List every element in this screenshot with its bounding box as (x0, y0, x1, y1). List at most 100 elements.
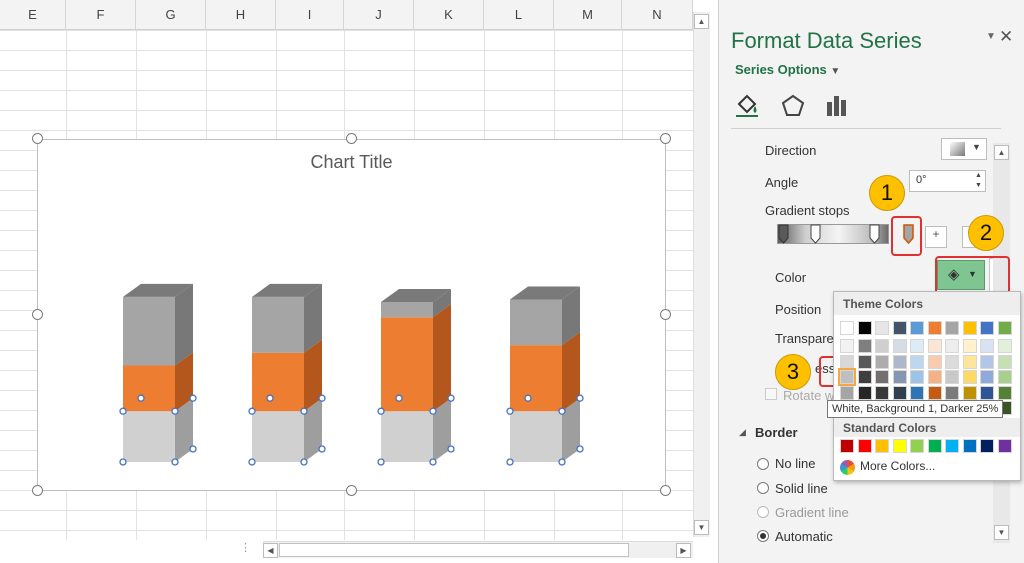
bar-front-series-2[interactable] (381, 317, 433, 412)
theme-shade-swatch[interactable] (962, 370, 977, 384)
add-gradient-stop-icon[interactable]: + (925, 226, 947, 248)
theme-shade-swatch[interactable] (980, 339, 994, 353)
theme-shade-swatch[interactable] (840, 385, 854, 400)
bar-front-series-3[interactable] (381, 301, 433, 318)
theme-color-swatch[interactable] (927, 321, 942, 335)
theme-shade-swatch[interactable] (927, 370, 942, 384)
series-selection-handle[interactable] (189, 445, 197, 453)
bar-front-series-3[interactable] (252, 296, 304, 353)
effects-pentagon-icon[interactable] (779, 92, 807, 120)
bar-front-series-1[interactable] (381, 411, 433, 462)
series-selection-handle[interactable] (137, 394, 145, 402)
standard-color-swatch[interactable] (840, 439, 854, 453)
theme-shade-swatch[interactable] (892, 354, 907, 369)
series-selection-handle[interactable] (300, 407, 308, 415)
bar-front-series-1[interactable] (252, 411, 304, 462)
series-selection-handle[interactable] (300, 458, 308, 466)
series-selection-handle[interactable] (395, 394, 403, 402)
solid-line-radio[interactable] (757, 482, 769, 494)
chart-area[interactable]: Chart Title (37, 139, 666, 491)
column-header-j[interactable]: J (344, 0, 414, 30)
series-selection-handle[interactable] (119, 458, 127, 466)
theme-shade-swatch[interactable] (927, 354, 942, 369)
series-selection-handle[interactable] (189, 394, 197, 402)
column-header-f[interactable]: F (66, 0, 136, 30)
angle-spinner-icon[interactable]: ▲ ▼ (975, 171, 982, 191)
series-selection-handle[interactable] (506, 458, 514, 466)
theme-color-swatch[interactable] (910, 321, 924, 335)
series-selection-handle[interactable] (447, 445, 455, 453)
theme-shade-swatch[interactable] (910, 385, 924, 400)
pane-options-icon[interactable]: ▼ (986, 31, 996, 42)
column-header-k[interactable]: K (414, 0, 484, 30)
theme-shade-swatch[interactable] (910, 354, 924, 369)
theme-shade-swatch[interactable] (997, 370, 1012, 384)
theme-color-swatch[interactable] (945, 321, 959, 335)
sheet-tab-splitter[interactable]: ⋮ (240, 541, 251, 554)
theme-shade-swatch[interactable] (857, 370, 872, 384)
theme-shade-swatch[interactable] (980, 354, 994, 369)
scroll-down-icon[interactable]: ▼ (694, 520, 709, 535)
scroll-down-icon[interactable]: ▼ (994, 525, 1009, 540)
column-header-h[interactable]: H (206, 0, 276, 30)
series-selection-handle[interactable] (506, 407, 514, 415)
scroll-right-icon[interactable]: ▶ (676, 543, 691, 558)
standard-color-swatch[interactable] (910, 439, 924, 453)
chart-plot[interactable] (38, 140, 667, 492)
series-selection-handle[interactable] (576, 394, 584, 402)
series-selection-handle[interactable] (171, 407, 179, 415)
theme-color-swatch[interactable] (875, 321, 889, 335)
series-selection-handle[interactable] (558, 458, 566, 466)
theme-shade-swatch[interactable] (962, 385, 977, 400)
bar-front-series-2[interactable] (510, 345, 562, 412)
theme-shade-swatch[interactable] (927, 339, 942, 353)
resize-handle-bottom[interactable] (346, 485, 357, 496)
more-colors-link[interactable]: More Colors... (860, 459, 935, 473)
theme-shade-swatch[interactable] (962, 354, 977, 369)
series-selection-handle[interactable] (318, 445, 326, 453)
horizontal-scroll-thumb[interactable] (279, 543, 629, 557)
standard-color-swatch[interactable] (875, 439, 889, 453)
gradient-stop-1[interactable] (778, 224, 789, 244)
theme-shade-swatch[interactable] (945, 370, 959, 384)
column-header-i[interactable]: I (276, 0, 344, 30)
resize-handle-bottom-right[interactable] (660, 485, 671, 496)
theme-shade-swatch[interactable] (840, 339, 854, 353)
bar-front-series-2[interactable] (123, 365, 175, 412)
bar-side-series-3[interactable] (175, 283, 193, 366)
column-header-e[interactable]: E (0, 0, 66, 30)
bar-front-series-1[interactable] (510, 411, 562, 462)
theme-shade-swatch[interactable] (962, 339, 977, 353)
standard-color-swatch[interactable] (980, 439, 994, 453)
series-selection-handle[interactable] (429, 407, 437, 415)
bar-front-series-3[interactable] (510, 299, 562, 346)
resize-handle-left[interactable] (32, 309, 43, 320)
scroll-left-icon[interactable]: ◀ (263, 543, 278, 558)
resize-handle-top[interactable] (346, 133, 357, 144)
direction-button[interactable]: ▼ (941, 138, 987, 160)
vertical-scrollbar[interactable]: ▲ ▼ (693, 12, 710, 537)
column-header-n[interactable]: N (622, 0, 693, 30)
bar-front-series-3[interactable] (123, 296, 175, 366)
series-selection-handle[interactable] (318, 394, 326, 402)
theme-color-swatch[interactable] (980, 321, 994, 335)
theme-shade-swatch[interactable] (945, 354, 959, 369)
bar-side-series-2[interactable] (433, 304, 451, 412)
theme-color-swatch[interactable] (962, 321, 977, 335)
gradient-line-radio[interactable] (757, 506, 769, 518)
standard-color-swatch[interactable] (962, 439, 977, 453)
standard-color-swatch[interactable] (997, 439, 1012, 453)
standard-color-swatch[interactable] (892, 439, 907, 453)
rotate-with-shape-checkbox[interactable] (765, 388, 777, 400)
theme-shade-swatch[interactable] (910, 370, 924, 384)
theme-color-swatch[interactable] (840, 321, 854, 335)
standard-color-swatch[interactable] (945, 439, 959, 453)
bar-front-series-1[interactable] (123, 411, 175, 462)
theme-shade-swatch[interactable] (997, 354, 1012, 369)
theme-shade-swatch[interactable] (875, 354, 889, 369)
border-section-title[interactable]: Border (755, 425, 798, 440)
series-selection-handle[interactable] (266, 394, 274, 402)
theme-shade-swatch[interactable] (980, 370, 994, 384)
theme-color-swatch[interactable] (857, 321, 872, 335)
color-wheel-icon[interactable] (840, 460, 855, 475)
